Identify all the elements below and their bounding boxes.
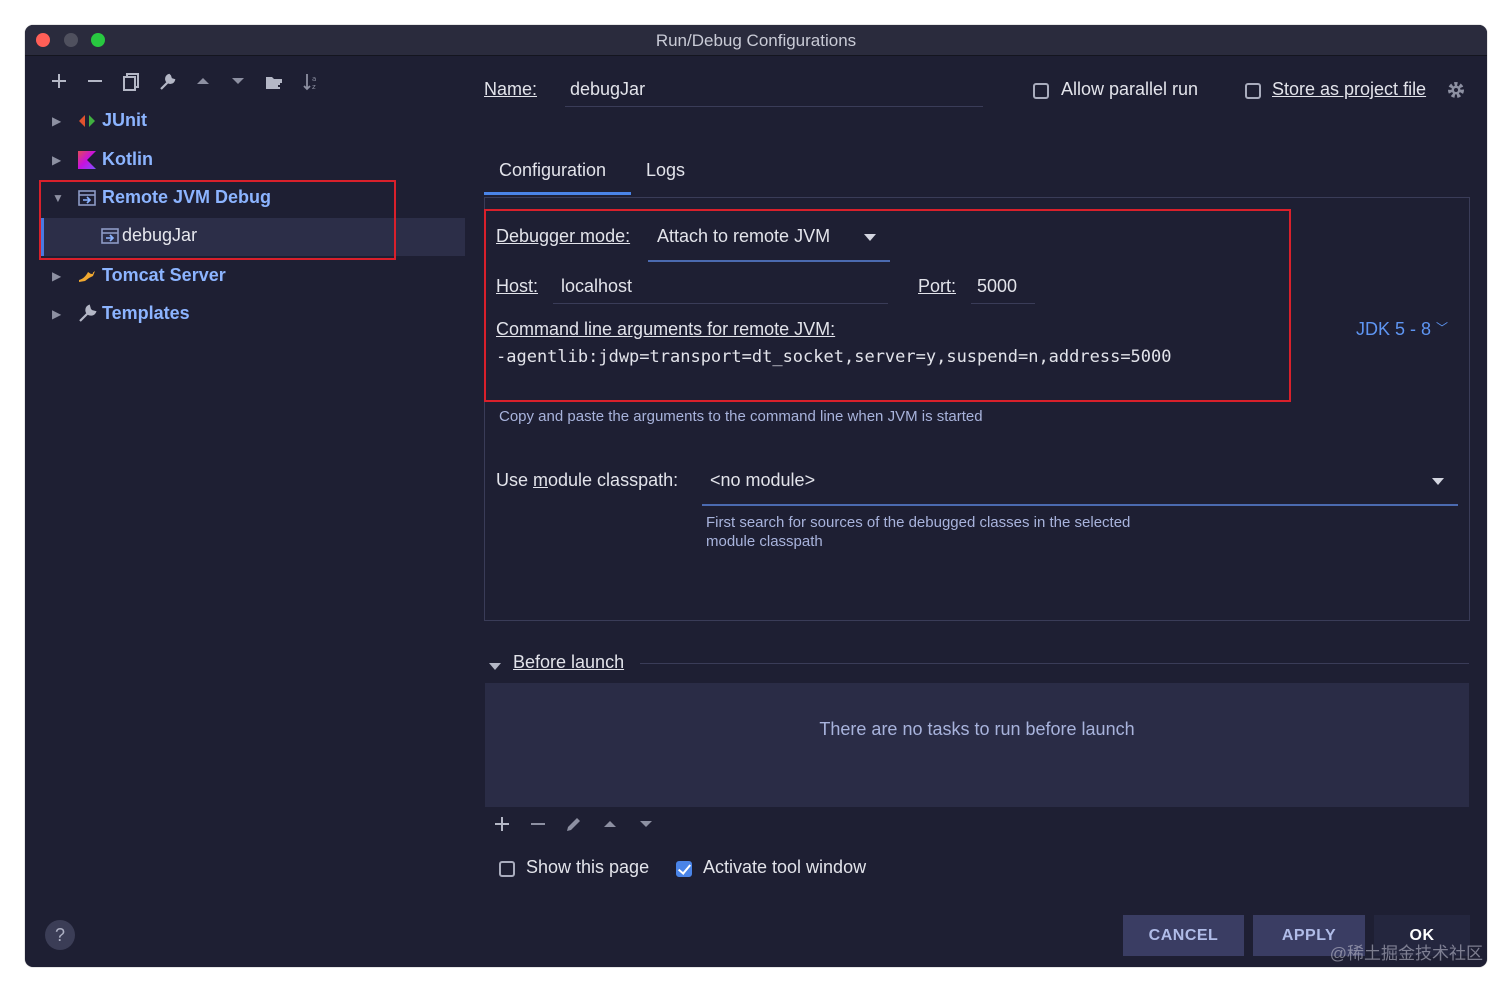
wrench-icon[interactable] [155, 73, 179, 96]
title-bar: Run/Debug Configurations [25, 25, 1487, 56]
expand-arrow-icon[interactable]: ▶ [52, 153, 61, 167]
before-launch-title[interactable]: Before launch [513, 652, 624, 673]
kotlin-icon [77, 150, 97, 170]
run-debug-dialog: Run/Debug Configurations az ▶ JUnit ▶ Ko… [25, 25, 1487, 967]
module-classpath-underline [702, 504, 1458, 506]
remove-task-icon[interactable] [530, 815, 546, 838]
move-task-up-icon[interactable] [602, 815, 618, 838]
arrow-up-icon[interactable] [191, 73, 215, 94]
name-field-underline [565, 106, 983, 107]
tree-item-label: Tomcat Server [102, 265, 226, 285]
module-classpath-select[interactable]: <no module> [710, 470, 815, 491]
copy-icon[interactable] [119, 73, 143, 96]
show-this-page-checkbox[interactable] [499, 861, 515, 877]
tree-item-label: Templates [102, 303, 190, 323]
plus-icon[interactable] [47, 73, 71, 94]
activate-tool-window-checkbox[interactable] [676, 861, 692, 877]
tomcat-icon [77, 266, 97, 286]
module-classpath-hint-line1: First search for sources of the debugged… [706, 514, 1131, 531]
tree-item-label: JUnit [102, 110, 147, 130]
watermark: @稀土掘金技术社区 [1329, 944, 1483, 963]
chevron-down-icon[interactable] [1432, 478, 1444, 485]
module-classpath-hint-line2: module classpath [706, 533, 823, 550]
collapse-arrow-icon[interactable] [489, 659, 501, 677]
expand-arrow-icon[interactable]: ▶ [52, 307, 61, 321]
highlight-box-config [484, 209, 1291, 402]
before-launch-empty-text: There are no tasks to run before launch [819, 719, 1135, 739]
allow-parallel-run-checkbox[interactable] [1033, 83, 1049, 99]
svg-text:a: a [312, 75, 316, 83]
jdk-version-select[interactable]: JDK 5 - 8 ﹀ [1356, 319, 1448, 340]
module-classpath-label: Use module classpath: [496, 470, 679, 490]
folder-add-icon[interactable] [263, 73, 287, 96]
store-as-project-file-checkbox[interactable] [1245, 83, 1261, 99]
active-tab-indicator [484, 192, 631, 195]
minus-icon[interactable] [83, 73, 107, 94]
jdk-version-label: JDK 5 - 8 [1356, 319, 1432, 339]
chevron-down-icon: ﹀ [1436, 321, 1449, 335]
tree-item-kotlin[interactable]: ▶ Kotlin [25, 143, 465, 179]
move-task-down-icon[interactable] [638, 815, 654, 838]
before-launch-task-list: There are no tasks to run before launch [485, 683, 1469, 807]
window-title: Run/Debug Configurations [655, 31, 857, 50]
gear-icon[interactable] [1446, 80, 1466, 105]
wrench-icon [77, 304, 97, 324]
junit-icon [77, 111, 97, 131]
expand-arrow-icon[interactable]: ▶ [52, 269, 61, 283]
help-button[interactable]: ? [45, 920, 75, 950]
activate-tool-window-label: Activate tool window [703, 857, 867, 877]
add-task-icon[interactable] [494, 815, 510, 838]
name-field[interactable]: debugJar [570, 79, 645, 100]
tab-logs[interactable]: Logs [646, 160, 685, 181]
expand-arrow-icon[interactable]: ▶ [52, 114, 61, 128]
tree-item-tomcat-server[interactable]: ▶ Tomcat Server [25, 259, 465, 295]
tree-item-junit[interactable]: ▶ JUnit [25, 104, 465, 140]
sort-icon[interactable]: az [299, 73, 323, 96]
tab-configuration[interactable]: Configuration [499, 160, 606, 181]
command-line-hint: Copy and paste the arguments to the comm… [499, 408, 983, 425]
store-as-project-file-label: Store as project file [1272, 79, 1427, 99]
tree-item-label: Kotlin [102, 149, 153, 169]
arrow-down-icon[interactable] [226, 73, 250, 94]
cancel-button[interactable]: CANCEL [1123, 915, 1244, 956]
name-label: Name: [484, 79, 538, 99]
show-this-page-label: Show this page [526, 857, 650, 877]
before-launch-separator [640, 663, 1469, 664]
tree-item-templates[interactable]: ▶ Templates [25, 297, 465, 333]
allow-parallel-run-label: Allow parallel run [1061, 79, 1199, 99]
highlight-box-tree [39, 180, 396, 260]
edit-task-icon[interactable] [565, 815, 583, 839]
svg-text:z: z [312, 83, 316, 91]
